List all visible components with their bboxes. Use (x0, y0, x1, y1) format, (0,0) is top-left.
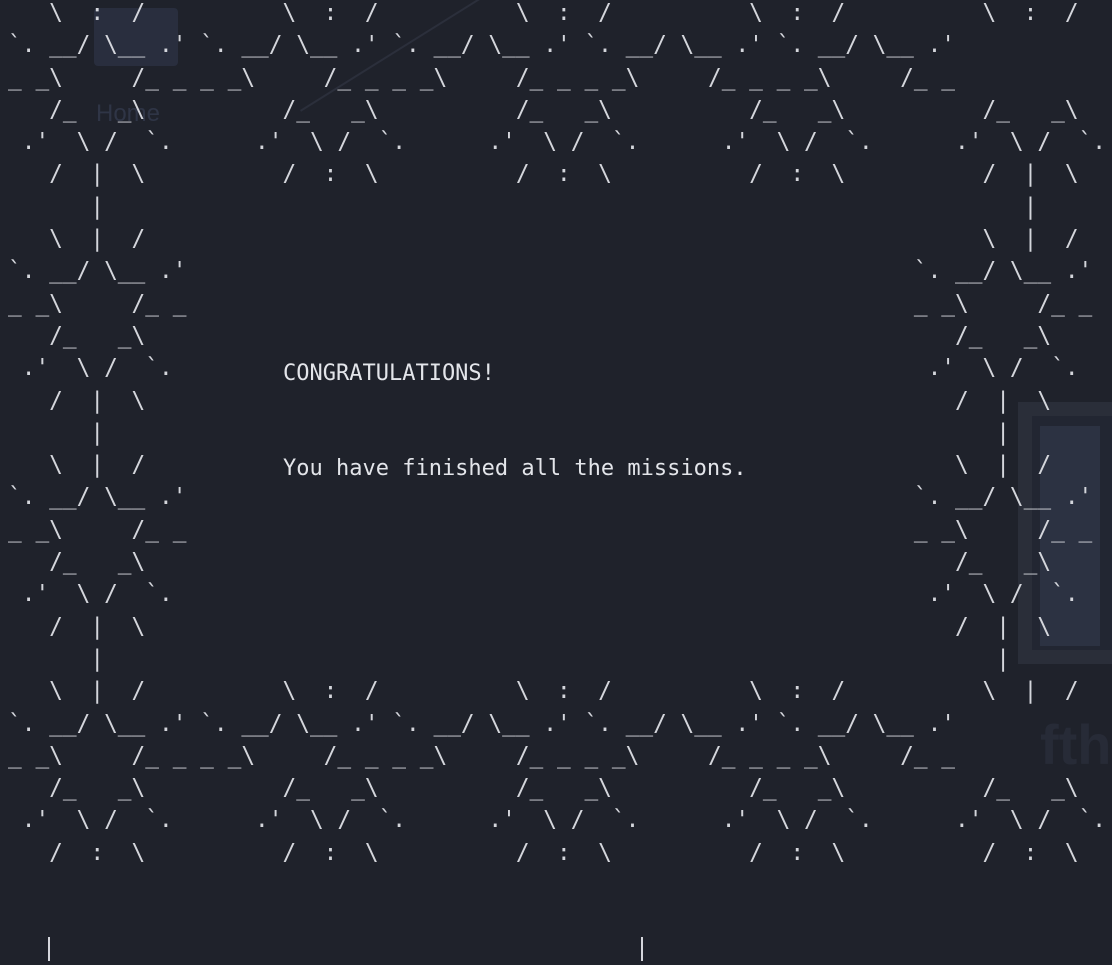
ascii-star-border: \ : / \ : / \ : / \ : / \ : / `. __/ \__… (8, 0, 1106, 866)
missions-complete-message: You have finished all the missions. (283, 456, 747, 481)
congratulations-heading: CONGRATULATIONS! (283, 361, 495, 386)
text-cursor[interactable] (641, 937, 643, 961)
terminal-window[interactable]: Home fth \ : / \ : / \ : / \ : / \ : / `… (0, 0, 1112, 965)
prompt-pipe-left (48, 937, 50, 961)
